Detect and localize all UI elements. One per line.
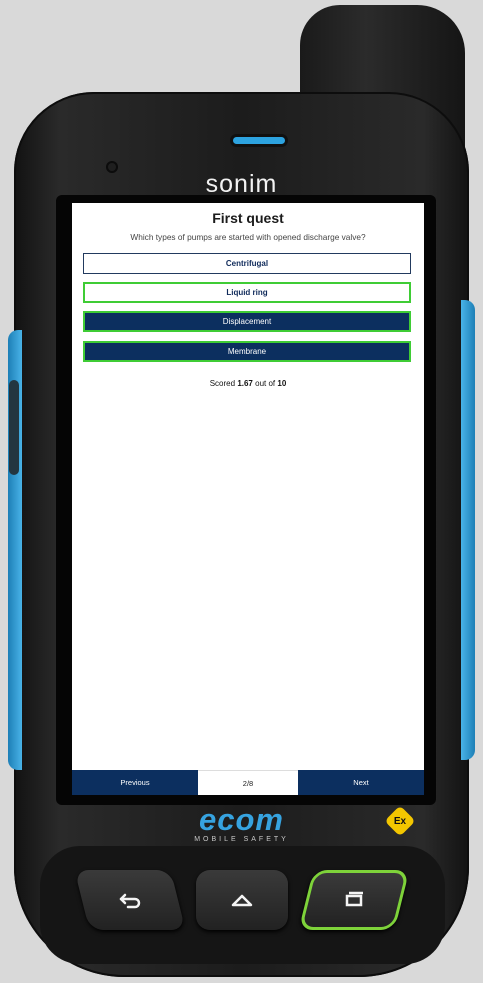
earpiece-speaker bbox=[233, 137, 285, 144]
back-key[interactable] bbox=[74, 870, 186, 930]
answer-label: Liquid ring bbox=[226, 288, 268, 297]
side-button[interactable] bbox=[9, 380, 19, 475]
phone-side-accent-right bbox=[461, 300, 475, 760]
app-screen: First quest Which types of pumps are sta… bbox=[72, 203, 424, 795]
quiz-title: First quest bbox=[212, 210, 284, 226]
home-key[interactable] bbox=[196, 870, 288, 930]
score-total: 10 bbox=[277, 379, 287, 388]
answer-option-centrifugal[interactable]: Centrifugal bbox=[83, 253, 411, 274]
home-icon bbox=[231, 894, 253, 907]
answer-option-membrane[interactable]: Membrane bbox=[83, 341, 411, 362]
score-text: Scored 1.67 out of 10 bbox=[72, 379, 424, 388]
answer-option-displacement[interactable]: Displacement bbox=[83, 311, 411, 332]
quiz-navigation: Previous 2/8 Next bbox=[72, 770, 424, 795]
answer-label: Membrane bbox=[227, 347, 267, 356]
answer-label: Centrifugal bbox=[225, 259, 269, 268]
recent-apps-key[interactable] bbox=[298, 870, 410, 930]
question-text: Which types of pumps are started with op… bbox=[130, 232, 366, 242]
back-arrow-icon bbox=[119, 893, 141, 909]
previous-button[interactable]: Previous bbox=[72, 770, 198, 795]
score-value: 1.67 bbox=[237, 379, 253, 388]
score-prefix: Scored bbox=[209, 379, 236, 388]
answer-option-liquid-ring[interactable]: Liquid ring bbox=[83, 282, 411, 303]
ecom-tagline: MOBILE SAFETY bbox=[194, 836, 289, 843]
page-indicator: 2/8 bbox=[198, 770, 298, 795]
recent-apps-icon bbox=[345, 891, 363, 907]
ex-certification-label: Ex bbox=[393, 815, 407, 827]
score-mid: out of bbox=[255, 379, 276, 388]
next-button[interactable]: Next bbox=[298, 770, 424, 795]
answer-label: Displacement bbox=[222, 317, 272, 326]
